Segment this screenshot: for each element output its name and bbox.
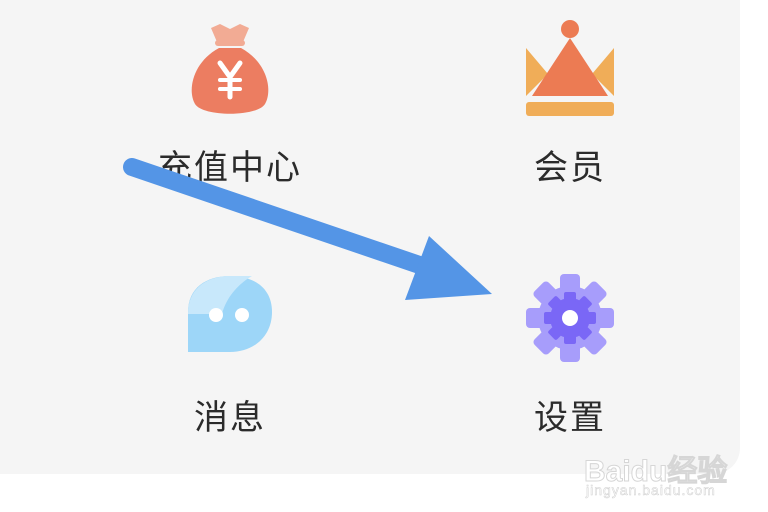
crown-icon	[522, 20, 618, 124]
money-bag-icon	[185, 20, 275, 124]
menu-item-recharge-center[interactable]: 充值中心	[130, 10, 330, 210]
menu-item-messages[interactable]: 消息	[130, 262, 330, 462]
menu-item-label: 会员	[534, 148, 606, 188]
menu-item-vip[interactable]: 会员	[470, 10, 670, 210]
watermark-url: jingyan.baidu.com	[586, 482, 716, 499]
menu-item-label: 充值中心	[158, 148, 302, 188]
menu-item-settings[interactable]: 设置	[470, 262, 670, 462]
gear-icon	[522, 270, 618, 370]
menu-item-label: 设置	[534, 398, 606, 438]
menu-item-label: 消息	[194, 398, 266, 438]
chat-bubble-icon	[182, 270, 278, 364]
